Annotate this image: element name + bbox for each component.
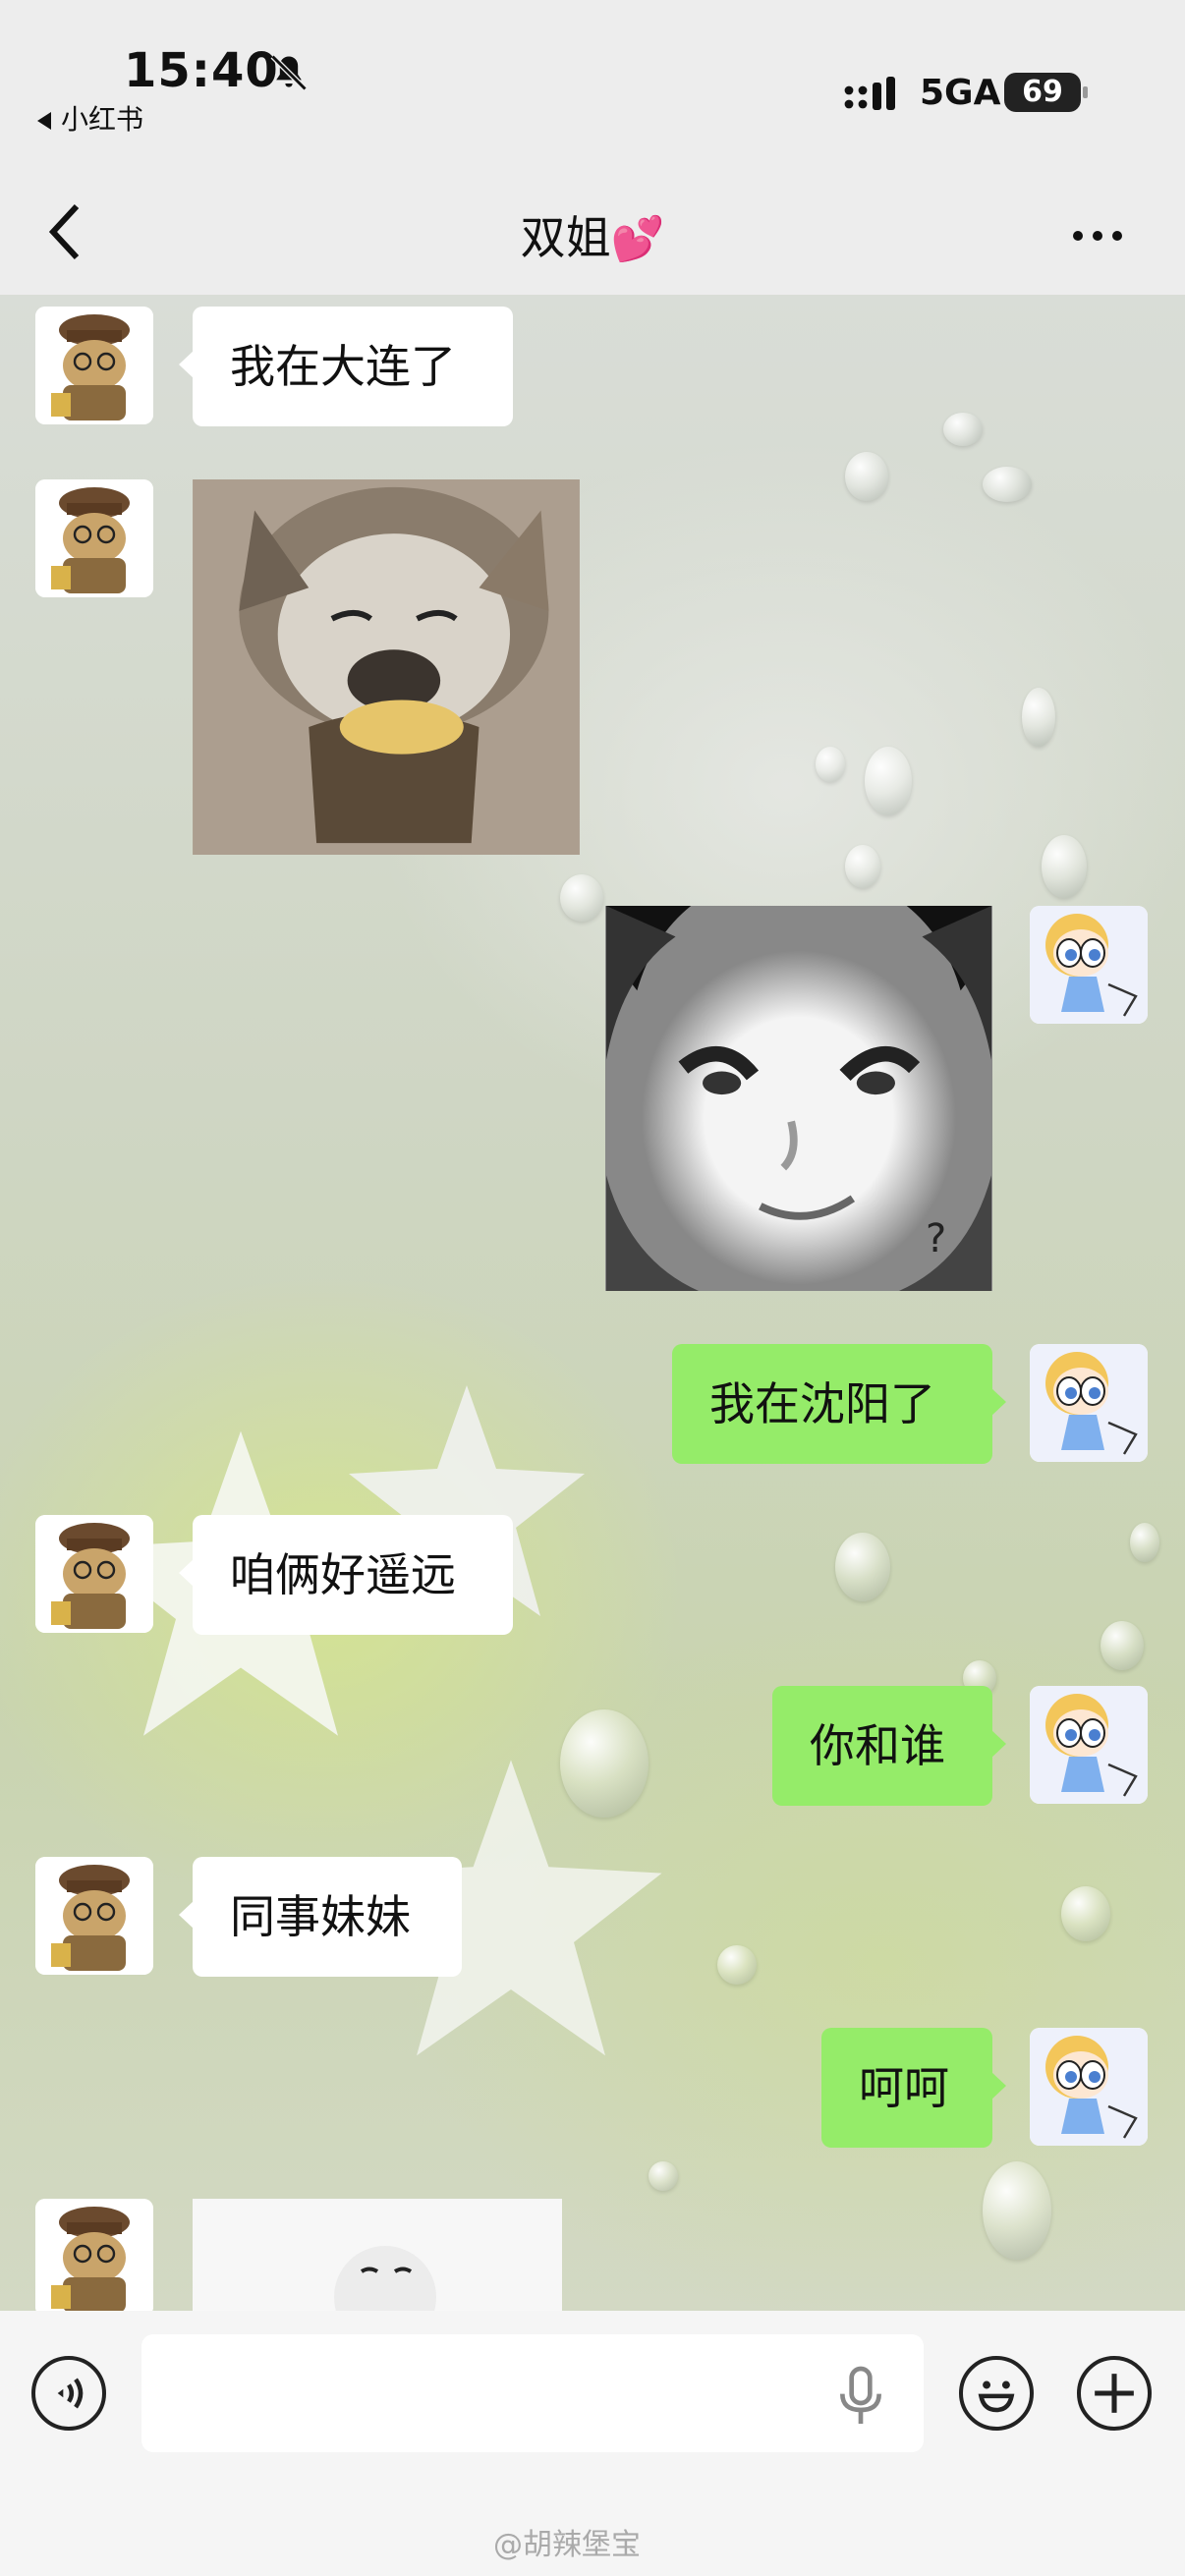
- water-drop: [1061, 1886, 1110, 1941]
- water-drop: [845, 452, 888, 501]
- contact-avatar[interactable]: [35, 307, 153, 424]
- message-bubble-received[interactable]: 我在大连了: [179, 307, 513, 426]
- mute-bell-icon: [270, 54, 308, 91]
- contact-avatar[interactable]: [35, 1857, 153, 1975]
- network-type: 5GA: [920, 73, 1001, 113]
- water-drop: [717, 1945, 757, 1985]
- water-drop: [845, 845, 880, 888]
- water-drop: [1022, 688, 1055, 747]
- water-drop: [1130, 1523, 1159, 1562]
- message-bubble-sent[interactable]: 呵呵: [821, 2028, 1006, 2148]
- panda-face-meme-sticker[interactable]: ?: [605, 906, 992, 1291]
- white-ball-face-sticker[interactable]: [193, 2199, 562, 2311]
- water-drop: [816, 747, 845, 782]
- message-bubble-sent[interactable]: 我在沈阳了: [672, 1344, 1006, 1464]
- battery-level: 69: [1004, 73, 1081, 112]
- message-bubble-sent[interactable]: 你和谁: [772, 1686, 1006, 1806]
- heart-emoji: 💕: [610, 214, 665, 264]
- status-time: 15:40: [124, 43, 279, 98]
- contact-avatar[interactable]: [35, 1515, 153, 1633]
- microphone-icon[interactable]: [833, 2364, 888, 2429]
- back-to-app-link[interactable]: 小红书: [37, 98, 143, 138]
- water-drop: [983, 2161, 1051, 2260]
- water-drop: [1042, 835, 1087, 898]
- message-bubble-received[interactable]: 咱俩好遥远: [179, 1515, 513, 1635]
- message-input[interactable]: [141, 2334, 924, 2452]
- cat-eating-sweet-potato-sticker[interactable]: [193, 479, 580, 855]
- chat-header: 双姐💕: [0, 167, 1185, 295]
- back-triangle-icon: [37, 112, 51, 130]
- water-drop: [943, 413, 983, 446]
- my-avatar[interactable]: [1030, 906, 1148, 1024]
- my-avatar[interactable]: [1030, 1686, 1148, 1804]
- signal-icon: [844, 77, 895, 110]
- water-drop: [649, 2161, 678, 2191]
- contact-avatar[interactable]: [35, 2199, 153, 2317]
- my-avatar[interactable]: [1030, 1344, 1148, 1462]
- sticker-caption: ?: [926, 1216, 947, 1261]
- chat-title: 双姐💕: [0, 202, 1185, 267]
- back-app-label: 小红书: [61, 103, 144, 136]
- water-drop: [983, 467, 1032, 502]
- plus-icon[interactable]: [1077, 2356, 1152, 2431]
- message-bubble-received[interactable]: 同事妹妹: [179, 1857, 462, 1977]
- battery-nub: [1083, 86, 1088, 98]
- status-bar: 15:40 小红书 5GA 69: [0, 0, 1185, 167]
- voice-mode-icon[interactable]: [31, 2356, 106, 2431]
- water-drop: [1100, 1621, 1144, 1670]
- chat-background: [0, 295, 1185, 2311]
- water-drop: [560, 874, 603, 922]
- more-options-icon[interactable]: [1073, 226, 1132, 241]
- my-avatar[interactable]: [1030, 2028, 1148, 2146]
- water-drop: [835, 1533, 890, 1601]
- water-drop: [560, 1709, 649, 1818]
- emoji-icon[interactable]: [959, 2356, 1034, 2431]
- contact-avatar[interactable]: [35, 479, 153, 597]
- watermark: @胡辣堡宝: [493, 2528, 641, 2562]
- water-drop: [865, 747, 912, 815]
- chat-title-text: 双姐: [520, 211, 611, 264]
